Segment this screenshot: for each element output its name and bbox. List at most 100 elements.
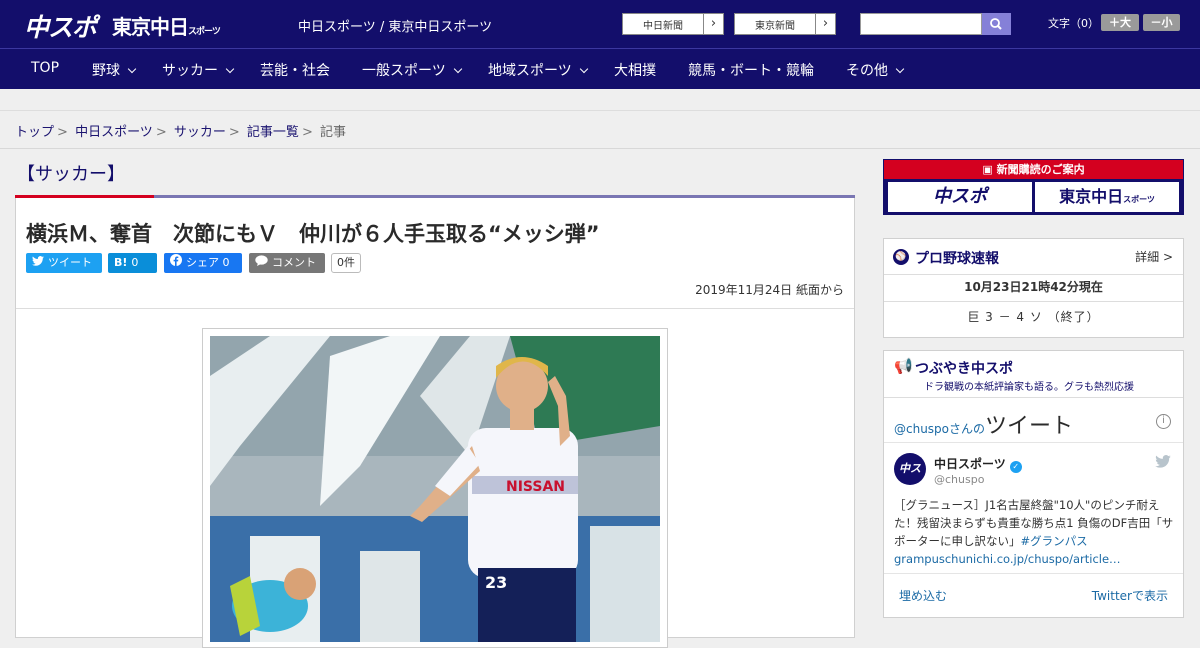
nav-item-sumo[interactable]: 大相撲 <box>614 60 656 80</box>
facebook-icon <box>170 253 182 273</box>
comment-count: 0件 <box>331 253 361 273</box>
tweet-author-handle[interactable]: @chuspo <box>934 473 984 486</box>
timeline-header: @chuspoさんのツイート <box>894 408 1073 440</box>
baseball-updated: 10月23日21時42分現在 <box>964 280 1103 294</box>
article-title: 横浜Ｍ、奪首 次節にもＶ 仲川が６人手玉取る“メッシ弾” <box>26 222 600 246</box>
font-smaller-button[interactable]: －小 <box>1143 14 1180 31</box>
speech-bubble-icon <box>255 253 268 273</box>
hatena-bookmark-button[interactable]: B! 0 <box>108 253 157 273</box>
tsubuyaki-title: つぶやき中スポ <box>915 361 1013 377</box>
tweet-button[interactable]: ツイート <box>26 253 102 273</box>
nav-item-soccer[interactable]: サッカー <box>162 60 235 80</box>
twitter-bird-icon[interactable] <box>1155 455 1171 472</box>
search-input[interactable] <box>860 13 982 35</box>
ad-chuspo-logo[interactable]: 中スポ <box>888 182 1032 212</box>
nav-item-baseball[interactable]: 野球 <box>92 60 137 80</box>
chevron-down-icon <box>225 64 235 74</box>
chevron-down-icon <box>579 64 588 74</box>
nav-label: サッカー <box>162 63 218 79</box>
divider <box>884 442 1183 443</box>
divider <box>884 573 1183 574</box>
facebook-count: 0 <box>222 256 230 269</box>
nav-item-other[interactable]: その他 <box>846 60 905 80</box>
tsubuyaki-subtitle: ドラ観戦の本紙評論家も語る。グラも熱烈応援 <box>924 382 1134 393</box>
tweet-link[interactable]: grampuschunichi.co.jp/chuspo/article… <box>894 552 1121 566</box>
view-on-twitter-link[interactable]: Twitterで表示 <box>1092 587 1168 604</box>
font-size-label: 文字（0） <box>1048 17 1099 30</box>
subscription-ad[interactable]: ▣ 新聞購読のご案内 中スポ 東京中日スポーツ <box>883 159 1184 215</box>
baseball-icon: ⚾ <box>893 249 909 265</box>
avatar[interactable]: 中スポ <box>894 453 926 507</box>
chunichi-shimbun-link[interactable]: 中日新聞 › <box>622 13 724 35</box>
twitter-timeline: @chuspoさんのツイート i 中スポ 中日スポーツ ✓ @chuspo ［グラ… <box>884 397 1183 619</box>
baseball-details-link[interactable]: 詳細 > <box>1135 248 1173 265</box>
chevron-down-icon <box>895 64 905 74</box>
timeline-user[interactable]: @chuspoさんの <box>894 422 985 436</box>
comment-button[interactable]: コメント <box>249 253 325 273</box>
hatena-count: 0 <box>131 256 139 269</box>
divider <box>16 308 854 309</box>
baseball-score[interactable]: 巨 3 － 4 ソ （終了） <box>884 301 1183 331</box>
nav-item-racing[interactable]: 競馬・ボート・競輪 <box>688 60 814 80</box>
nav-label: 地域スポーツ <box>488 63 572 79</box>
tokyo-chunichi-logo[interactable]: 東京中日スポーツ <box>112 11 221 40</box>
baseball-scores-box: ⚾ プロ野球速報 詳細 > 10月23日21時42分現在 巨 3 － 4 ソ （… <box>883 238 1184 338</box>
embed-link[interactable]: 埋め込む <box>899 587 947 604</box>
spacer-band <box>0 89 1200 111</box>
chevron-down-icon <box>127 64 137 74</box>
tweet-label: ツイート <box>48 256 92 269</box>
subscription-header-text: 新聞購読のご案内 <box>996 163 1085 176</box>
baseball-title: プロ野球速報 <box>915 251 999 267</box>
breadcrumb-top[interactable]: トップ <box>15 125 54 140</box>
tweet-hashtag[interactable]: #グランパス <box>1021 534 1088 548</box>
category-heading: 【サッカー】 <box>17 164 125 185</box>
tokyo-shimbun-link[interactable]: 東京新聞 › <box>734 13 836 35</box>
nav-label: 一般スポーツ <box>362 63 446 79</box>
verified-icon: ✓ <box>1009 461 1022 473</box>
nav-label: 芸能・社会 <box>260 63 330 79</box>
facebook-share-button[interactable]: シェア 0 <box>164 253 242 273</box>
tokyo-logo-text: 東京中日 <box>112 15 189 39</box>
baseball-header: ⚾ プロ野球速報 詳細 > <box>884 239 1183 275</box>
info-icon[interactable]: i <box>1156 414 1171 429</box>
breadcrumb: トップ > 中日スポーツ > サッカー > 記事一覧 > 記事 <box>0 111 1200 149</box>
tweet-author-name[interactable]: 中日スポーツ ✓ <box>934 455 1022 473</box>
nav-item-local-sports[interactable]: 地域スポーツ <box>488 60 588 80</box>
svg-text:23: 23 <box>485 573 507 592</box>
breadcrumb-soccer[interactable]: サッカー <box>174 125 226 140</box>
font-bigger-button[interactable]: ＋大 <box>1101 14 1139 31</box>
breadcrumb-sep: > <box>301 125 313 140</box>
subscription-header: ▣ 新聞購読のご案内 <box>884 160 1183 179</box>
soccer-player-photo: NISSAN 23 <box>210 336 660 642</box>
breadcrumb-article-list[interactable]: 記事一覧 <box>247 125 299 140</box>
author-name-text: 中日スポーツ <box>934 457 1006 471</box>
chunichi-shimbun-label: 中日新聞 <box>643 21 683 32</box>
tsubuyaki-box: 📢 つぶやき中スポ ドラ観戦の本紙評論家も語る。グラも熱烈応援 @chuspoさ… <box>883 350 1184 618</box>
comment-label: コメント <box>272 256 316 269</box>
site-name: 中日スポーツ / 東京中日スポーツ <box>298 20 493 35</box>
svg-text:NISSAN: NISSAN <box>506 479 565 495</box>
top-bar: 中スポ 東京中日スポーツ 中日スポーツ / 東京中日スポーツ 中日新聞 › 東京… <box>0 0 1200 48</box>
breadcrumb-sep: > <box>228 125 240 140</box>
search-icon <box>990 18 1002 30</box>
article-photo[interactable]: NISSAN 23 <box>202 328 668 648</box>
search-button[interactable] <box>982 13 1011 35</box>
chevron-right-icon: › <box>703 14 723 34</box>
nav-label: TOP <box>31 60 60 76</box>
nav-label: 大相撲 <box>614 63 656 79</box>
ad-tokyo-logo[interactable]: 東京中日スポーツ <box>1035 182 1179 212</box>
nav-item-entertainment[interactable]: 芸能・社会 <box>260 60 330 80</box>
hatena-icon: B! <box>114 256 128 269</box>
nav-label: 野球 <box>92 63 120 79</box>
nav-item-general-sports[interactable]: 一般スポーツ <box>362 60 462 80</box>
twitter-bird-icon <box>32 253 44 273</box>
chuspo-logo[interactable]: 中スポ <box>24 8 97 44</box>
chevron-right-icon: › <box>815 14 835 34</box>
ad-tokyo-text: 東京中日 <box>1059 187 1124 206</box>
nav-label: その他 <box>846 63 888 79</box>
breadcrumb-chunichi-sports[interactable]: 中日スポーツ <box>75 125 153 140</box>
chevron-down-icon <box>453 64 462 74</box>
breadcrumb-sep: > <box>57 125 68 140</box>
ad-tokyo-small: スポーツ <box>1123 195 1155 204</box>
nav-item-top[interactable]: TOP <box>31 60 59 76</box>
